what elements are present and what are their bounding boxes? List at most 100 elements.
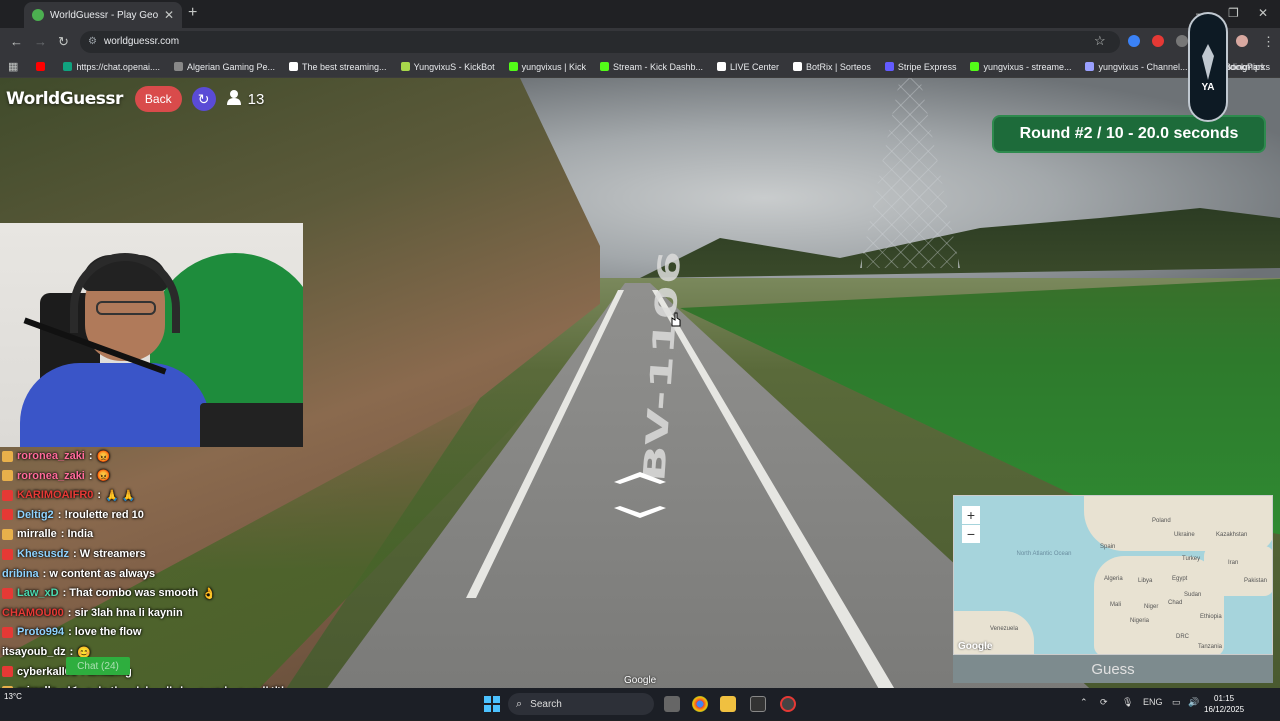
obs-icon[interactable]	[780, 696, 796, 712]
chat-text: : sir 3lah hna li kaynin	[67, 606, 183, 619]
extension-icon[interactable]	[1152, 35, 1164, 47]
map-country-label: Nigeria	[1130, 618, 1150, 624]
chrome-icon[interactable]	[692, 696, 708, 712]
clock[interactable]: 01:15 16/12/2025	[1204, 693, 1244, 715]
task-view-icon[interactable]	[664, 696, 680, 712]
clock-time: 01:15	[1214, 694, 1235, 703]
bookmark-item[interactable]: Algerian Gaming Pe...	[173, 62, 275, 72]
clock-date: 16/12/2025	[1204, 705, 1245, 714]
bookmark-label: yungvixus | Kick	[521, 61, 586, 72]
player-count-value: 13	[247, 90, 265, 108]
chat-message: KARIMOAIFR0: 🙏 🙏	[2, 485, 136, 505]
url-text: worldguessr.com	[104, 36, 180, 47]
bookmark-favicon-icon	[793, 62, 803, 71]
guess-minimap[interactable]: North Atlantic Ocean Kazakhstan Poland Ukr…	[953, 495, 1273, 655]
tab-worldguessr[interactable]: WorldGuessr - Play Geoguessr ✕	[24, 2, 182, 28]
bookmark-item[interactable]: https://chat.openai....	[63, 62, 160, 72]
chat-message: CHAMOU00: sir 3lah hna li kaynin	[2, 603, 183, 623]
url-input[interactable]: ⚙ worldguessr.com	[80, 31, 1120, 53]
chat-toggle-button[interactable]: Chat (24)	[66, 657, 130, 675]
sync-icon[interactable]: ⟳	[1100, 697, 1108, 708]
bookmark-item[interactable]: LIVE Center	[717, 62, 779, 72]
new-tab-icon[interactable]: +	[188, 4, 197, 22]
mouse-cursor-icon	[670, 312, 682, 333]
move-forward-arrow-icon[interactable]	[612, 470, 668, 490]
bookmark-item[interactable]: Stream - Kick Dashb...	[599, 61, 704, 72]
bookmark-favicon-icon	[970, 62, 980, 71]
bookmark-youtube[interactable]	[36, 62, 49, 71]
chat-badge-icon	[2, 587, 13, 599]
volume-icon[interactable]: 🔊	[1188, 697, 1199, 708]
all-bookmarks-link[interactable]: Bookmarks	[1225, 62, 1270, 72]
close-window-icon[interactable]: ✕	[1258, 6, 1268, 20]
chat-message: Deltig2: !roulette red 10	[2, 505, 144, 525]
close-tab-icon[interactable]: ✕	[164, 8, 174, 22]
terminal-icon[interactable]	[750, 696, 766, 712]
chat-username: mirralle	[17, 528, 57, 541]
back-button[interactable]: Back	[134, 86, 182, 112]
headset	[70, 253, 180, 333]
apps-grid-icon[interactable]: ▦	[8, 60, 18, 73]
chat-message: roronea_zaki: 😡	[2, 446, 110, 466]
chat-badge-icon	[2, 548, 13, 560]
back-arrow-icon[interactable]: ←	[10, 34, 23, 49]
bookmark-label: Stream - Kick Dashb...	[612, 61, 704, 72]
chat-badge-icon	[2, 626, 13, 638]
microphone-icon[interactable]: 🎙	[1122, 697, 1133, 708]
chat-emote-icon: 😡	[96, 470, 111, 483]
bookmark-item[interactable]: The best streaming...	[289, 62, 387, 72]
chat-text: :	[88, 469, 93, 482]
extensions-puzzle-icon[interactable]	[1176, 35, 1188, 47]
taskbar-search-input[interactable]: ⌕ Search	[508, 693, 654, 715]
refresh-location-button[interactable]: ↻	[191, 87, 216, 111]
reload-icon[interactable]: ↻	[58, 34, 69, 50]
menu-kebab-icon[interactable]: ⋮	[1262, 34, 1275, 50]
address-bar-row: ← → ↻ ⚙ worldguessr.com ☆ ⋮	[0, 28, 1280, 56]
maximize-icon[interactable]: ❐	[1228, 6, 1239, 20]
profile-avatar-icon[interactable]	[1236, 35, 1248, 47]
chat-username: roronea_zaki	[17, 469, 85, 482]
bookmark-item[interactable]: yungvixus - Channel...	[1085, 62, 1188, 72]
chat-badge-icon	[2, 528, 13, 540]
map-country-label: Pakistan	[1244, 578, 1268, 584]
worldguessr-logo: WorldGuessr	[6, 89, 123, 109]
move-backward-arrow-icon[interactable]	[612, 500, 668, 520]
map-country-label: DRC	[1176, 634, 1189, 640]
bookmark-star-icon[interactable]: ☆	[1094, 33, 1106, 49]
map-country-label: Mali	[1110, 602, 1122, 608]
network-icon[interactable]: ▭	[1172, 697, 1181, 708]
chat-text: : That combo was smooth	[62, 587, 199, 600]
chat-message: dribina: w content as always	[2, 564, 155, 584]
tray-overflow-icon[interactable]: ⌃	[1080, 697, 1088, 708]
chat-text: : W streamers	[72, 548, 146, 560]
bookmark-item[interactable]: yungvixus - streame...	[970, 62, 1071, 72]
bookmark-label: The best streaming...	[302, 61, 387, 72]
extension-icon[interactable]	[1128, 35, 1140, 47]
language-indicator[interactable]: ENG	[1143, 697, 1163, 707]
site-info-icon[interactable]: ⚙	[88, 31, 97, 53]
bookmark-item[interactable]: yungvixus | Kick	[508, 61, 586, 72]
bookmark-label: Stripe Express	[897, 61, 957, 72]
europe-landmass	[1084, 496, 1272, 551]
bookmark-item[interactable]: YungvixuS - KickBot	[400, 62, 495, 72]
bookmark-item[interactable]: BotRix | Sorteos	[793, 62, 871, 72]
file-explorer-icon[interactable]	[720, 696, 736, 712]
chat-text: : love the flow	[68, 626, 142, 639]
zoom-out-button[interactable]: −	[962, 525, 980, 543]
windows-taskbar: 13°C ⌕ Search ⌃ ⟳ 🎙 ENG ▭ 🔊 01:15 16/12/…	[0, 688, 1280, 720]
ocean-label: North Atlantic Ocean	[1016, 551, 1072, 557]
map-country-label: Egypt	[1172, 576, 1188, 582]
bookmark-label: LIVE Center	[730, 61, 780, 72]
bookmark-item[interactable]: Stripe Express	[884, 61, 957, 72]
map-country-label: Ethiopia	[1200, 614, 1222, 620]
guess-button[interactable]: Guess	[953, 655, 1273, 683]
google-watermark: Google	[624, 675, 657, 686]
map-country-label: Ukraine	[1174, 532, 1195, 538]
weather-widget[interactable]: 13°C	[4, 692, 22, 701]
bookmark-label: https://chat.openai....	[76, 61, 160, 72]
map-country-label: Poland	[1152, 518, 1171, 524]
windows-start-icon[interactable]	[484, 696, 500, 712]
forward-arrow-icon[interactable]: →	[34, 34, 47, 49]
zoom-in-button[interactable]: +	[962, 506, 980, 524]
bookmark-favicon-icon	[599, 62, 609, 71]
